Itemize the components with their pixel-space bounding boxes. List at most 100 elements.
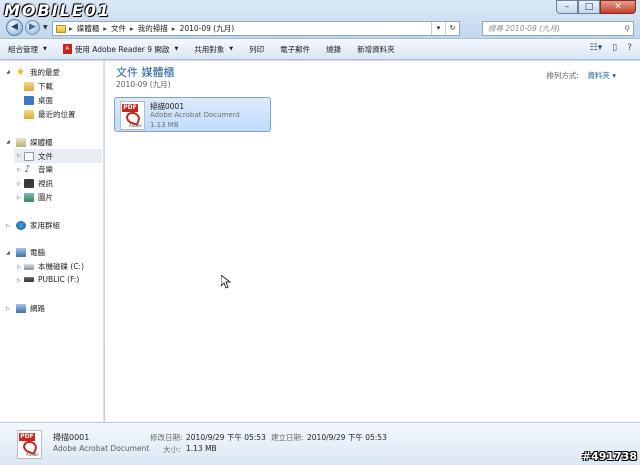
- file-size: 1.13 MB: [150, 121, 179, 129]
- burn-button[interactable]: 燒錄: [326, 44, 341, 55]
- sidebar-item-videos[interactable]: 視訊: [24, 178, 53, 189]
- title-bar: MOBILE01 – □ ✕ ◀ ▶ ▼ ▸ 媒體櫃 ▸ 文件 ▸ 我的掃描 ▸…: [0, 0, 640, 38]
- hard-drive-icon: [24, 263, 34, 270]
- sidebar-item-downloads[interactable]: 下載: [24, 81, 53, 92]
- arrange-by: 排列方式: 資料夾 ▾: [546, 70, 616, 81]
- expand-icon[interactable]: ▷: [17, 167, 21, 173]
- post-id-watermark: #491738: [581, 450, 637, 463]
- breadcrumb-my-scans[interactable]: 我的掃描: [138, 23, 168, 34]
- organize-button[interactable]: 組合管理 ▼: [8, 44, 47, 55]
- minimize-button[interactable]: –: [556, 0, 578, 14]
- close-button[interactable]: ✕: [600, 0, 636, 14]
- breadcrumb-separator: ▸: [69, 24, 73, 33]
- downloads-folder-icon: [24, 82, 34, 91]
- sidebar-item-label: 視訊: [38, 179, 53, 188]
- maximize-button[interactable]: □: [578, 0, 600, 14]
- sidebar-item-recent[interactable]: 最近的位置: [24, 109, 76, 120]
- breadcrumb-libraries[interactable]: 媒體櫃: [77, 23, 100, 34]
- breadcrumb-documents[interactable]: 文件: [111, 23, 126, 34]
- nav-buttons: ◀ ▶ ▼: [6, 19, 48, 36]
- help-icon[interactable]: ?: [627, 43, 632, 53]
- pdf-file-icon: PDF Adobe: [17, 430, 42, 459]
- breadcrumb-separator: ▸: [103, 24, 108, 33]
- file-type: Adobe Acrobat Document: [150, 111, 240, 119]
- details-file-name: 掃描0001: [53, 433, 90, 442]
- expand-icon[interactable]: ▷: [17, 195, 21, 201]
- created-label: 建立日期:: [271, 433, 304, 442]
- expand-icon[interactable]: ▷: [17, 153, 21, 159]
- sidebar-item-libraries[interactable]: 媒體櫃: [16, 137, 53, 148]
- address-bar[interactable]: ▸ 媒體櫃 ▸ 文件 ▸ 我的掃描 ▸ 2010-09 (九月) ▾ ↻: [52, 21, 460, 36]
- sidebar-item-network[interactable]: 網路: [16, 303, 45, 314]
- search-icon[interactable]: ⚲: [625, 22, 631, 35]
- sidebar-item-favorites[interactable]: ★ 我的最愛: [16, 67, 60, 78]
- music-icon: ♪: [24, 164, 31, 175]
- open-with-label: 使用 Adobe Reader 9 開啟: [74, 44, 170, 54]
- sidebar-item-music[interactable]: ♪ 音樂: [24, 164, 53, 175]
- star-icon: ★: [16, 67, 25, 78]
- pdf-icon-sub: Adobe: [26, 452, 39, 457]
- sidebar-item-label: 音樂: [38, 165, 53, 174]
- collapse-icon[interactable]: ◢: [6, 139, 10, 145]
- navigation-pane: ◢ ★ 我的最愛 下載 桌面 最近的位置 ◢ 媒體櫃 文件 ▷ ▷ ♪ 音樂 ▷ 視…: [0, 61, 104, 422]
- sidebar-item-label: 網路: [30, 304, 45, 313]
- search-placeholder: 搜尋 2010-09 (九月): [488, 24, 560, 33]
- print-button[interactable]: 列印: [249, 44, 264, 55]
- recent-places-icon: [24, 110, 34, 119]
- arrange-label: 排列方式:: [546, 71, 579, 80]
- expand-icon[interactable]: ▷: [17, 264, 21, 270]
- collapse-icon[interactable]: ◢: [6, 250, 10, 256]
- recent-pages-dropdown[interactable]: ▼: [43, 24, 48, 31]
- share-button[interactable]: 共用對象 ▼: [194, 44, 233, 55]
- breadcrumb-separator: ▸: [171, 24, 176, 33]
- arrange-value: 資料夾: [587, 71, 610, 80]
- sidebar-item-documents[interactable]: 文件: [14, 149, 102, 163]
- sidebar-item-label: 家用群組: [30, 221, 60, 230]
- sidebar-item-label: 文件: [38, 151, 53, 161]
- sidebar-item-label: PUBLIC (F:): [38, 275, 80, 284]
- sidebar-item-drive-c[interactable]: 本機磁碟 (C:): [24, 261, 84, 272]
- breadcrumb-current[interactable]: 2010-09 (九月): [180, 23, 235, 34]
- arrange-dropdown[interactable]: 資料夾 ▾: [587, 71, 616, 80]
- expand-icon[interactable]: ▷: [17, 181, 21, 187]
- email-button[interactable]: 電子郵件: [280, 44, 310, 55]
- library-title: 文件 媒體櫃: [116, 66, 175, 79]
- command-bar: 組合管理 ▼ A 使用 Adobe Reader 9 開啟 ▼ 共用對象 ▼ 列印 電…: [0, 38, 640, 60]
- sidebar-item-desktop[interactable]: 桌面: [24, 95, 53, 106]
- chevron-down-icon: ▼: [43, 46, 47, 52]
- address-actions: ▾ ↻: [431, 22, 459, 35]
- address-dropdown-icon[interactable]: ▾: [431, 22, 445, 35]
- sidebar-item-pictures[interactable]: 圖片: [24, 192, 53, 203]
- expand-icon[interactable]: ▷: [17, 278, 21, 284]
- sidebar-item-homegroup[interactable]: 家用群組: [16, 220, 60, 231]
- collapse-icon[interactable]: ◢: [6, 69, 10, 75]
- expand-icon[interactable]: ▷: [6, 306, 10, 312]
- sidebar-item-label: 媒體櫃: [30, 138, 53, 147]
- pictures-icon: [24, 193, 34, 202]
- view-options-icon[interactable]: ☷▾: [590, 43, 603, 53]
- explorer-window: MOBILE01 – □ ✕ ◀ ▶ ▼ ▸ 媒體櫃 ▸ 文件 ▸ 我的掃描 ▸…: [0, 0, 640, 465]
- new-folder-button[interactable]: 新增資料夾: [357, 44, 395, 55]
- sidebar-item-computer[interactable]: 電腦: [16, 247, 45, 258]
- sidebar-item-drive-f[interactable]: PUBLIC (F:): [24, 275, 79, 284]
- sidebar-item-label: 電腦: [30, 248, 45, 257]
- refresh-icon[interactable]: ↻: [445, 22, 459, 35]
- size-value: 1.13 MB: [186, 444, 217, 453]
- search-input[interactable]: 搜尋 2010-09 (九月) ⚲: [482, 21, 634, 36]
- homegroup-icon: [16, 221, 26, 230]
- preview-pane-icon[interactable]: ▯: [612, 43, 617, 53]
- file-item[interactable]: PDF Adobe 掃描0001 Adobe Acrobat Document …: [114, 97, 271, 132]
- open-with-button[interactable]: A 使用 Adobe Reader 9 開啟 ▼: [62, 44, 179, 55]
- details-pane: PDF Adobe 掃描0001 Adobe Acrobat Document …: [0, 422, 640, 465]
- chevron-down-icon: ▼: [229, 46, 234, 52]
- modified-value: 2010/9/29 下午 05:53: [186, 433, 266, 442]
- chevron-down-icon: ▼: [174, 46, 179, 52]
- window-controls: – □ ✕: [556, 0, 636, 14]
- modified-label: 修改日期:: [150, 433, 183, 442]
- forward-button[interactable]: ▶: [25, 20, 40, 35]
- view-controls: ☷▾ ▯ ?: [580, 43, 632, 53]
- pdf-icon-sub: Adobe: [129, 123, 142, 128]
- folder-icon: [56, 24, 66, 33]
- back-button[interactable]: ◀: [6, 19, 23, 36]
- expand-icon[interactable]: ▷: [6, 223, 10, 229]
